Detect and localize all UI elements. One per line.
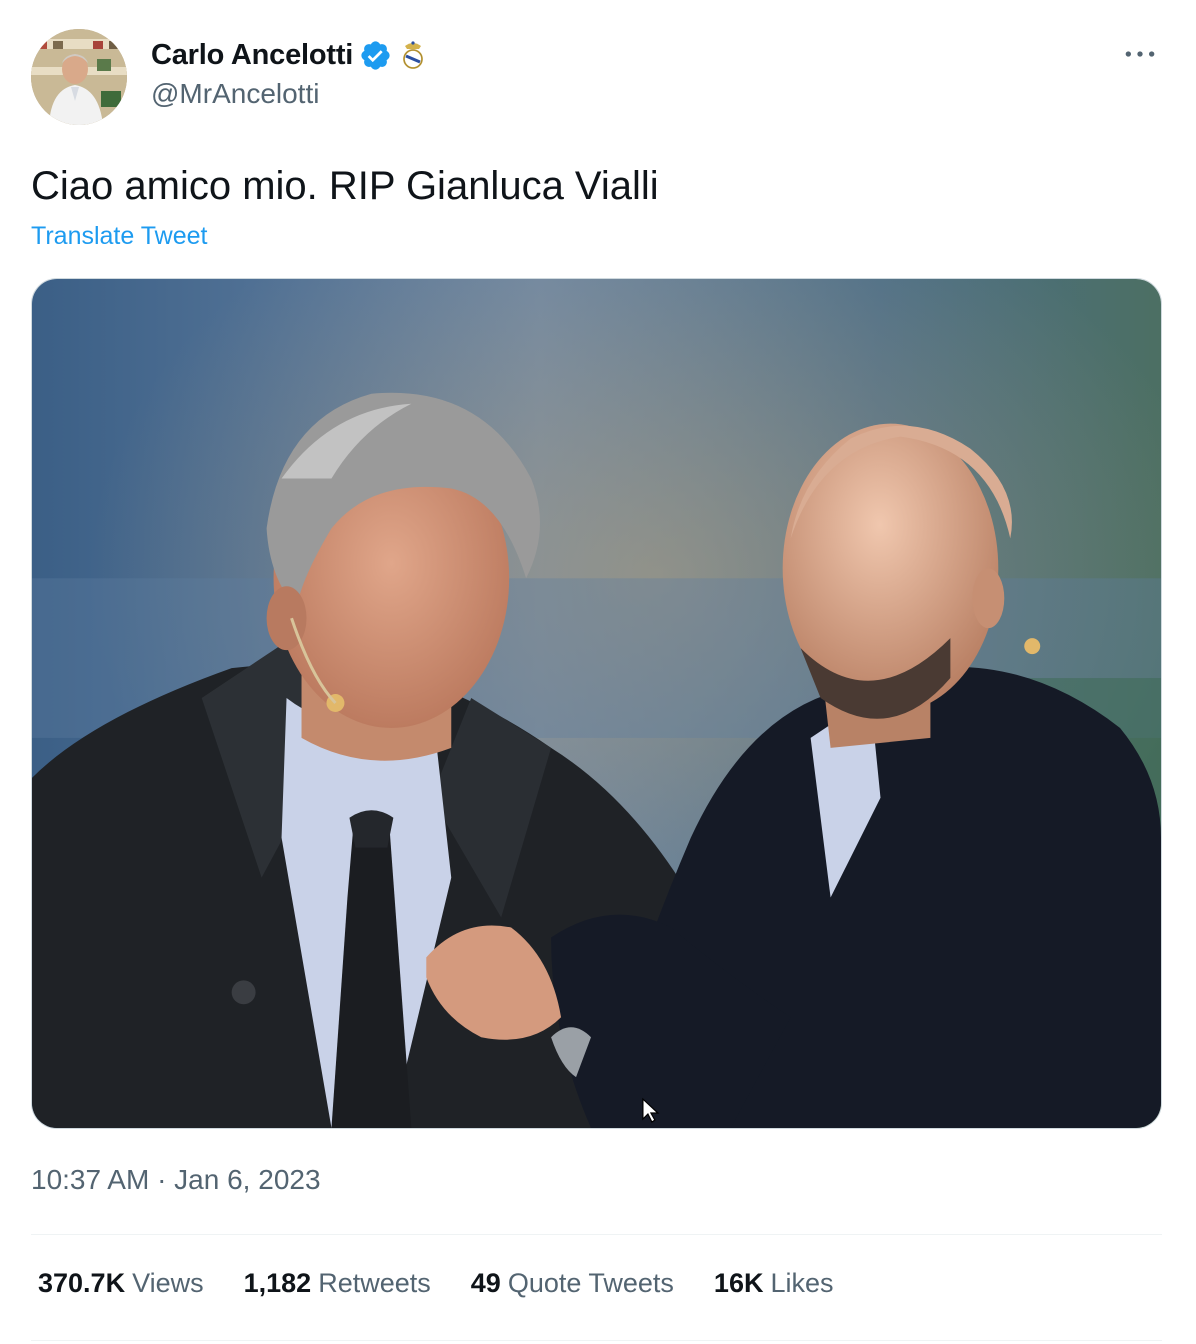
translate-tweet-link[interactable]: Translate Tweet [31,222,207,251]
stat-label: Views [132,1268,204,1298]
stat-label: Retweets [318,1268,431,1298]
stat-likes[interactable]: 16K Likes [714,1268,834,1299]
tweet-detail: Carlo Ancelotti @MrAncelotti Ciao amico … [0,0,1196,1344]
stat-count: 49 [470,1268,501,1298]
stat-count: 1,182 [243,1268,312,1298]
verified-badge-icon[interactable] [359,39,392,72]
stat-views[interactable]: 370.7K Views [38,1268,204,1299]
divider [31,1340,1162,1341]
author-name-row: Carlo Ancelotti [151,35,426,75]
tweet-stats: 370.7K Views 1,182 Retweets 49 Quote Tweets… [38,1268,833,1299]
photo-image [32,279,1161,1128]
avatar-photo [31,29,127,125]
tweet-photo[interactable] [31,278,1162,1129]
club-crest-icon[interactable] [400,40,426,70]
author-avatar[interactable] [31,29,127,125]
stat-label: Likes [770,1268,834,1298]
stat-retweets[interactable]: 1,182 Retweets [244,1268,431,1299]
stat-count: 16K [713,1268,764,1298]
more-options-button[interactable] [1120,36,1160,72]
stat-label: Quote Tweets [507,1268,674,1298]
tweet-text: Ciao amico mio. RIP Gianluca Vialli [31,164,659,208]
tweet-timestamp[interactable]: 10:37 AM · Jan 6, 2023 [31,1164,321,1196]
divider [31,1234,1162,1235]
more-options-icon [1125,51,1155,57]
stat-quote-tweets[interactable]: 49 Quote Tweets [471,1268,674,1299]
author-handle[interactable]: @MrAncelotti [151,78,319,110]
stat-count: 370.7K [38,1268,126,1298]
author-display-name[interactable]: Carlo Ancelotti [151,39,353,72]
